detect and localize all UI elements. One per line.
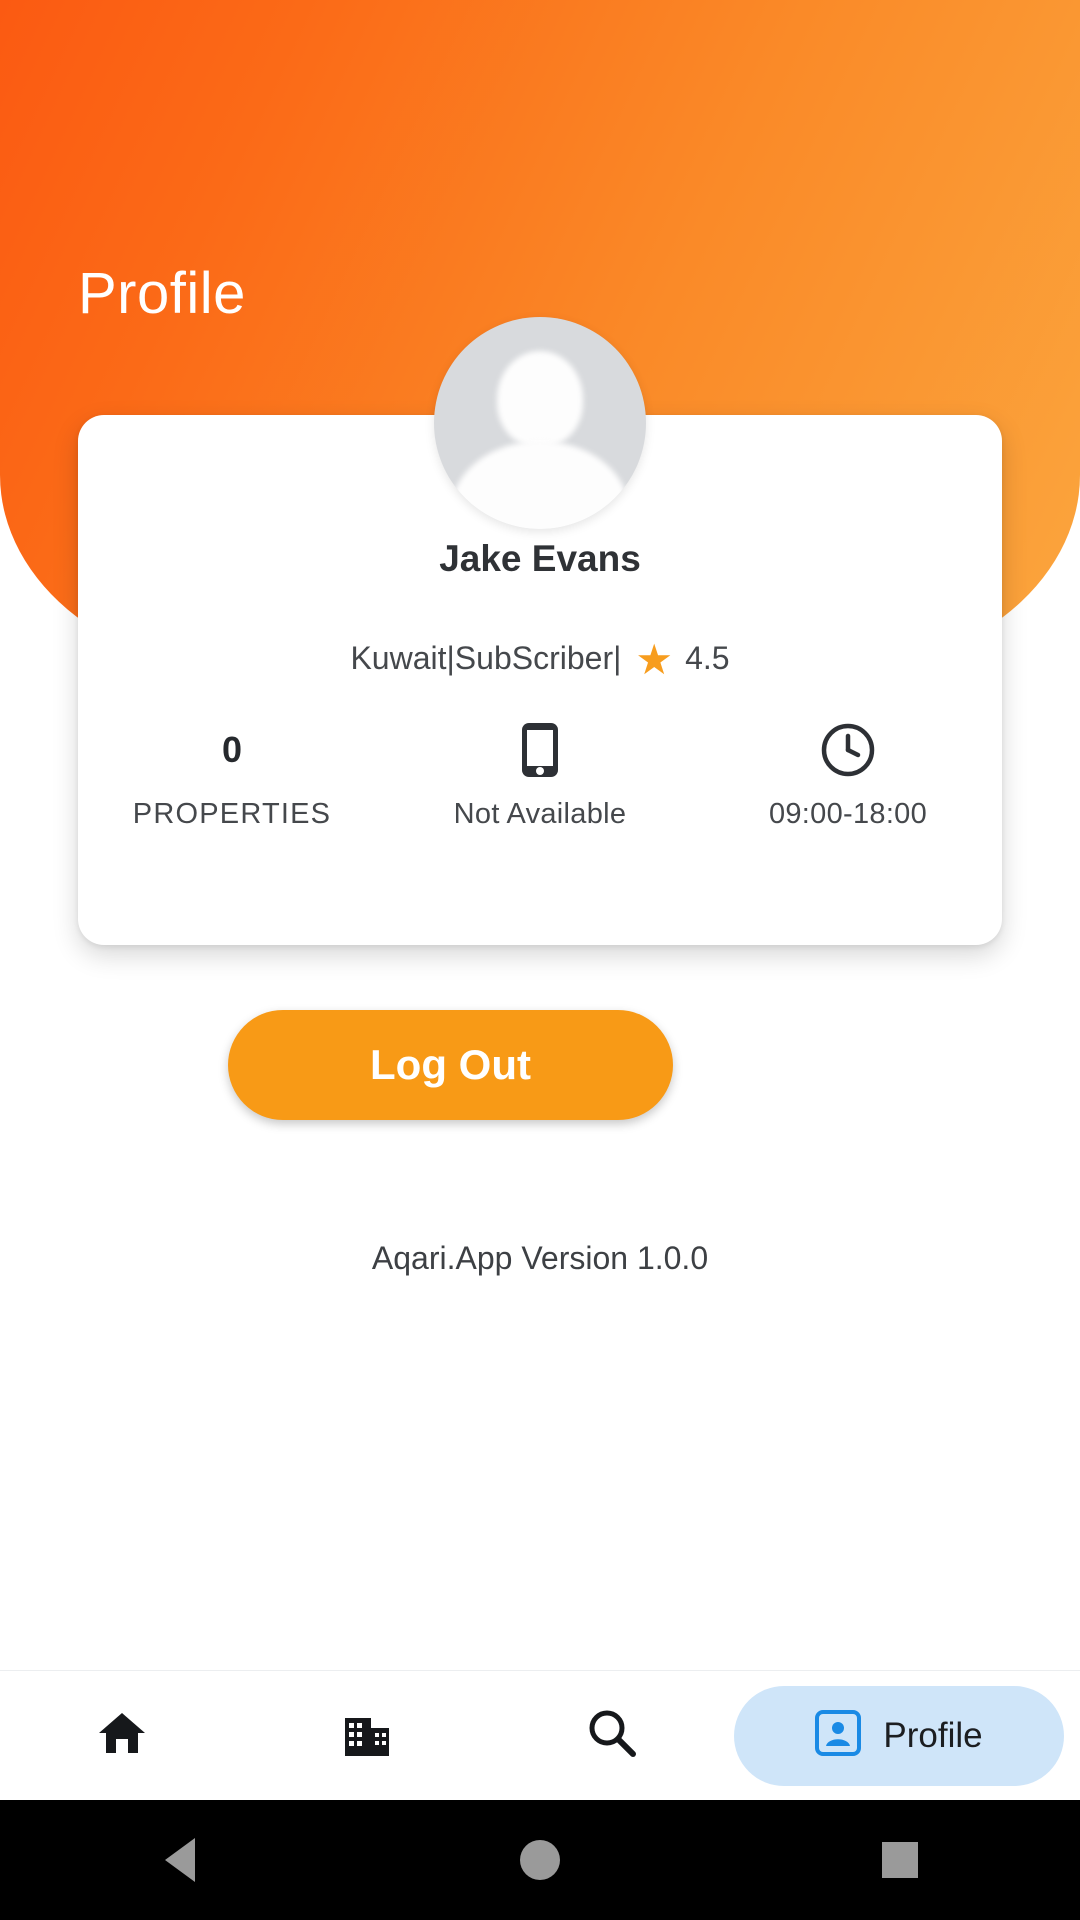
star-icon: ★ — [635, 636, 674, 683]
nav-item-search[interactable] — [489, 1686, 734, 1786]
stat-hours: 09:00-18:00 — [694, 720, 1002, 831]
system-recents-button[interactable] — [720, 1842, 1080, 1878]
page-title: Profile — [78, 261, 246, 326]
avatar[interactable] — [434, 317, 646, 529]
nav-item-home[interactable] — [0, 1686, 245, 1786]
nav-item-properties[interactable] — [245, 1686, 490, 1786]
properties-label: PROPERTIES — [132, 798, 332, 830]
profile-screen: Profile Jake Evans Kuwait | SubScriber |… — [0, 0, 1080, 1920]
user-name: Jake Evans — [439, 538, 641, 579]
clock-icon — [820, 720, 876, 780]
back-triangle-icon — [165, 1838, 195, 1882]
app-version-text: Aqari.App Version 1.0.0 — [371, 1240, 709, 1276]
building-icon — [341, 1708, 393, 1763]
nav-item-profile-label: Profile — [883, 1715, 983, 1755]
meta-separator-1: | — [446, 640, 455, 676]
meta-separator-2: | — [613, 640, 622, 676]
home-icon — [97, 1710, 147, 1761]
avatar-head-shape — [497, 351, 583, 447]
android-system-nav-bar — [0, 1800, 1080, 1920]
user-location: Kuwait — [350, 640, 447, 676]
home-circle-icon — [520, 1840, 560, 1880]
avatar-body-shape — [451, 441, 629, 529]
stat-phone: Not Available — [386, 720, 694, 831]
phone-status-label: Not Available — [453, 798, 627, 830]
stat-properties: 0 PROPERTIES — [78, 720, 386, 831]
nav-item-profile[interactable]: Profile — [734, 1685, 1065, 1786]
properties-count: 0 — [221, 729, 243, 770]
system-back-button[interactable] — [0, 1838, 360, 1882]
system-home-button[interactable] — [360, 1840, 720, 1880]
search-icon — [586, 1707, 638, 1764]
working-hours-label: 09:00-18:00 — [768, 798, 928, 830]
stats-row: 0 PROPERTIES Not Available 09:00-18:00 — [78, 720, 1002, 831]
user-meta-line: Kuwait | SubScriber | ★ 4.5 — [78, 636, 1002, 683]
log-out-button[interactable]: Log Out — [228, 1010, 673, 1120]
bottom-navigation-bar: Profile — [0, 1670, 1080, 1800]
phone-icon — [520, 720, 560, 780]
profile-card: Jake Evans Kuwait | SubScriber | ★ 4.5 0… — [78, 317, 1002, 945]
profile-icon — [815, 1710, 862, 1761]
recents-square-icon — [882, 1842, 918, 1878]
user-rating: 4.5 — [685, 640, 730, 676]
user-role: SubScriber — [454, 640, 614, 676]
